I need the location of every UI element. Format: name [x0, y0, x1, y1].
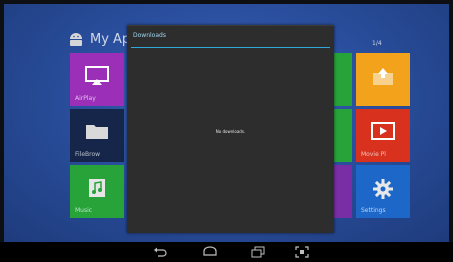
tile-upload[interactable]: [356, 53, 410, 106]
page-indicator: 1/4: [372, 40, 382, 47]
downloads-dialog: Downloads No downloads.: [127, 25, 334, 233]
folder-icon: [86, 125, 108, 139]
android-icon: [70, 33, 82, 46]
tile-label: Settings: [361, 207, 386, 214]
tile-music[interactable]: Music: [70, 165, 124, 218]
gear-icon: [373, 179, 393, 199]
back-icon[interactable]: [153, 246, 167, 258]
tile-label: FileBrow: [75, 151, 101, 158]
home-icon[interactable]: [203, 246, 217, 258]
tile-filebrowser[interactable]: FileBrow: [70, 109, 124, 162]
dialog-title-divider: [131, 47, 330, 48]
airplay-icon: [85, 66, 109, 85]
tile-movie-player[interactable]: Movie Pl: [356, 109, 410, 162]
upload-icon: [373, 68, 393, 85]
dialog-title: Downloads: [133, 32, 166, 39]
screenshot-icon[interactable]: [295, 246, 309, 258]
system-navbar: [0, 242, 453, 262]
tile-label: Music: [75, 207, 93, 214]
video-play-icon: [371, 122, 395, 140]
tile-label: AirPlay: [75, 95, 96, 102]
empty-state-message: No downloads.: [215, 129, 246, 134]
recents-icon[interactable]: [251, 246, 265, 258]
tile-label: Movie Pl: [361, 151, 386, 158]
launcher-screen: My Apps 1/4 AirPlay FileBrow Music Movie…: [4, 4, 449, 242]
tile-settings[interactable]: Settings: [356, 165, 410, 218]
music-file-icon: [89, 179, 105, 197]
tile-airplay[interactable]: AirPlay: [70, 53, 124, 106]
